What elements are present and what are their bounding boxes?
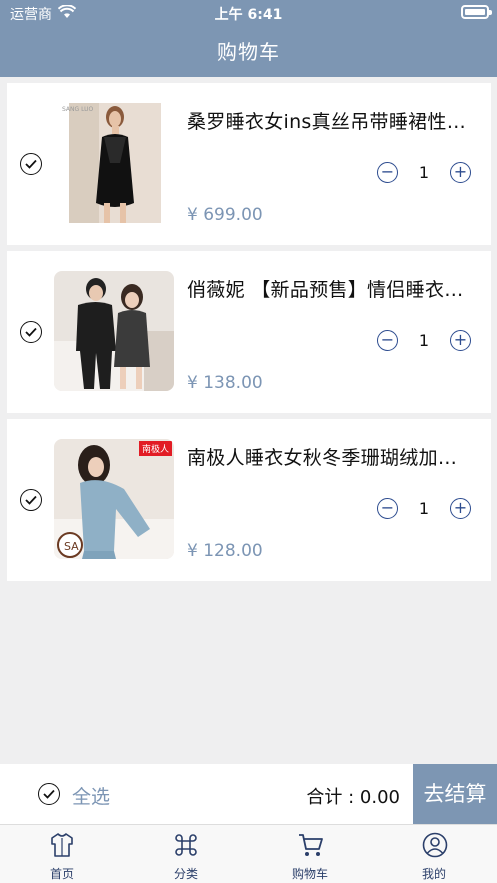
product-image[interactable] bbox=[54, 271, 174, 391]
item-check-icon[interactable] bbox=[20, 489, 42, 511]
item-check-icon[interactable] bbox=[20, 153, 42, 175]
tab-label: 购物车 bbox=[291, 867, 328, 881]
product-title[interactable]: 俏薇妮 【新品预售】情侣睡衣春秋季冰丝 bbox=[187, 275, 472, 302]
product-price: ¥ 128.00 bbox=[187, 541, 263, 561]
tab-cart[interactable]: 购物车 bbox=[248, 825, 372, 883]
quantity-stepper: − 1 + bbox=[377, 162, 473, 184]
user-icon bbox=[422, 832, 448, 858]
battery-icon bbox=[461, 5, 492, 19]
svg-text:SA: SA bbox=[64, 540, 79, 553]
status-time: 上午 6:41 bbox=[214, 7, 283, 23]
minus-icon[interactable]: − bbox=[377, 498, 398, 519]
product-image[interactable]: SA 南极人 bbox=[54, 439, 174, 559]
plus-icon[interactable]: + bbox=[450, 330, 471, 351]
quantity-value: 1 bbox=[418, 331, 430, 350]
select-all-check-icon[interactable] bbox=[38, 783, 60, 805]
quantity-value: 1 bbox=[418, 163, 430, 182]
command-icon bbox=[175, 834, 197, 856]
tab-bar: 首页 分类 购物车 我的 bbox=[0, 824, 497, 883]
quantity-stepper: − 1 + bbox=[377, 330, 473, 352]
product-image-brand: SANG LUO bbox=[62, 106, 94, 113]
tab-label: 分类 bbox=[173, 867, 198, 881]
tab-home[interactable]: 首页 bbox=[0, 825, 124, 883]
product-price: ¥ 699.00 bbox=[187, 205, 263, 225]
checkout-button[interactable]: 去结算 bbox=[413, 764, 497, 824]
quantity-value: 1 bbox=[418, 499, 430, 518]
product-title[interactable]: 南极人睡衣女秋冬季珊瑚绒加厚家居服套装 bbox=[187, 443, 472, 470]
tab-label: 我的 bbox=[421, 867, 446, 881]
cart-icon bbox=[299, 834, 323, 856]
cart-item: SA 南极人 南极人睡衣女秋冬季珊瑚绒加厚家居服套装 − 1 + ¥ 128.0… bbox=[7, 419, 491, 581]
cart-item: 俏薇妮 【新品预售】情侣睡衣春秋季冰丝 − 1 + ¥ 138.00 bbox=[7, 251, 491, 413]
cart-item: SANG LUO 桑罗睡衣女ins真丝吊带睡裙性感冰丝睡衣 − 1 + ¥ 69… bbox=[7, 83, 491, 245]
product-image[interactable]: SANG LUO bbox=[54, 103, 174, 223]
page-title: 购物车 bbox=[217, 40, 280, 64]
product-price: ¥ 138.00 bbox=[187, 373, 263, 393]
tab-category[interactable]: 分类 bbox=[124, 825, 248, 883]
plus-icon[interactable]: + bbox=[450, 162, 471, 183]
shirt-icon bbox=[51, 833, 73, 857]
app-header: 运营商 上午 6:41 购物车 bbox=[0, 0, 497, 77]
checkout-bar: 全选 合计 : 0.00 去结算 bbox=[0, 764, 497, 824]
product-image-brand: 南极人 bbox=[138, 441, 172, 456]
tab-mine[interactable]: 我的 bbox=[372, 825, 496, 883]
tab-label: 首页 bbox=[49, 867, 74, 881]
plus-icon[interactable]: + bbox=[450, 498, 471, 519]
quantity-stepper: − 1 + bbox=[377, 498, 473, 520]
minus-icon[interactable]: − bbox=[377, 162, 398, 183]
select-all-button[interactable]: 全选 bbox=[72, 782, 110, 809]
item-check-icon[interactable] bbox=[20, 321, 42, 343]
minus-icon[interactable]: − bbox=[377, 330, 398, 351]
status-bar: 运营商 上午 6:41 bbox=[0, 0, 497, 26]
total-amount: 合计 : 0.00 bbox=[306, 787, 400, 808]
product-title[interactable]: 桑罗睡衣女ins真丝吊带睡裙性感冰丝睡衣 bbox=[187, 107, 472, 134]
